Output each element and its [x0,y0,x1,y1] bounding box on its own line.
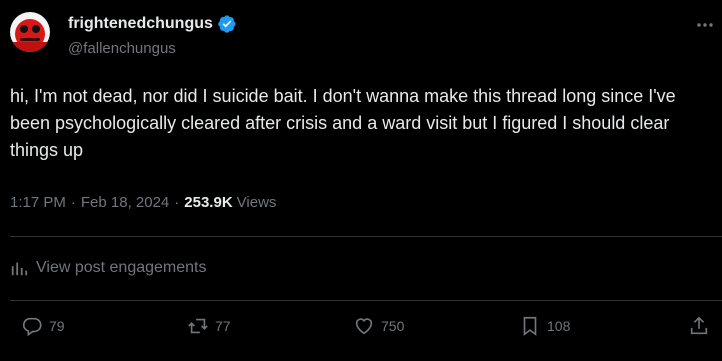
like-count: 750 [381,318,405,334]
repost-count: 77 [215,318,231,334]
divider [10,236,722,237]
bookmark-count: 108 [547,318,571,334]
author-handle[interactable]: @fallenchungus [68,40,176,57]
reply-icon [22,317,42,337]
divider [10,300,722,301]
author-display-name[interactable]: frightenedchungus [68,15,213,33]
meta-separator: · [70,194,76,211]
share-button[interactable] [688,315,710,337]
tweet-date[interactable]: Feb 18, 2024 [81,194,169,211]
bookmark-icon [523,316,537,336]
tweet-time[interactable]: 1:17 PM [10,194,66,211]
more-icon[interactable] [693,15,717,35]
meta-separator: · [174,194,180,211]
tweet-meta: 1:17 PM · Feb 18, 2024 · 253.9K Views [10,194,276,211]
view-engagements-label[interactable]: View post engagements [36,259,206,277]
verified-badge-icon[interactable] [217,14,237,34]
analytics-icon [11,262,28,276]
like-icon [355,318,373,335]
reply-count: 79 [49,318,65,334]
repost-button[interactable]: 77 [187,315,231,337]
view-engagements-link[interactable]: View post engagements [10,259,206,277]
bookmark-button[interactable]: 108 [519,315,570,337]
avatar-image [10,12,50,52]
views-label: Views [236,194,277,211]
repost-icon [188,318,208,334]
views-count: 253.9K [184,194,233,211]
like-button[interactable]: 750 [353,315,404,337]
reply-button[interactable]: 79 [21,315,65,337]
author-name-row[interactable]: frightenedchungus [68,14,237,34]
tweet-text: hi, I'm not dead, nor did I suicide bait… [10,86,676,160]
action-bar: 79 77 750 108 [0,315,722,349]
share-icon [690,316,708,335]
avatar[interactable] [10,12,50,52]
